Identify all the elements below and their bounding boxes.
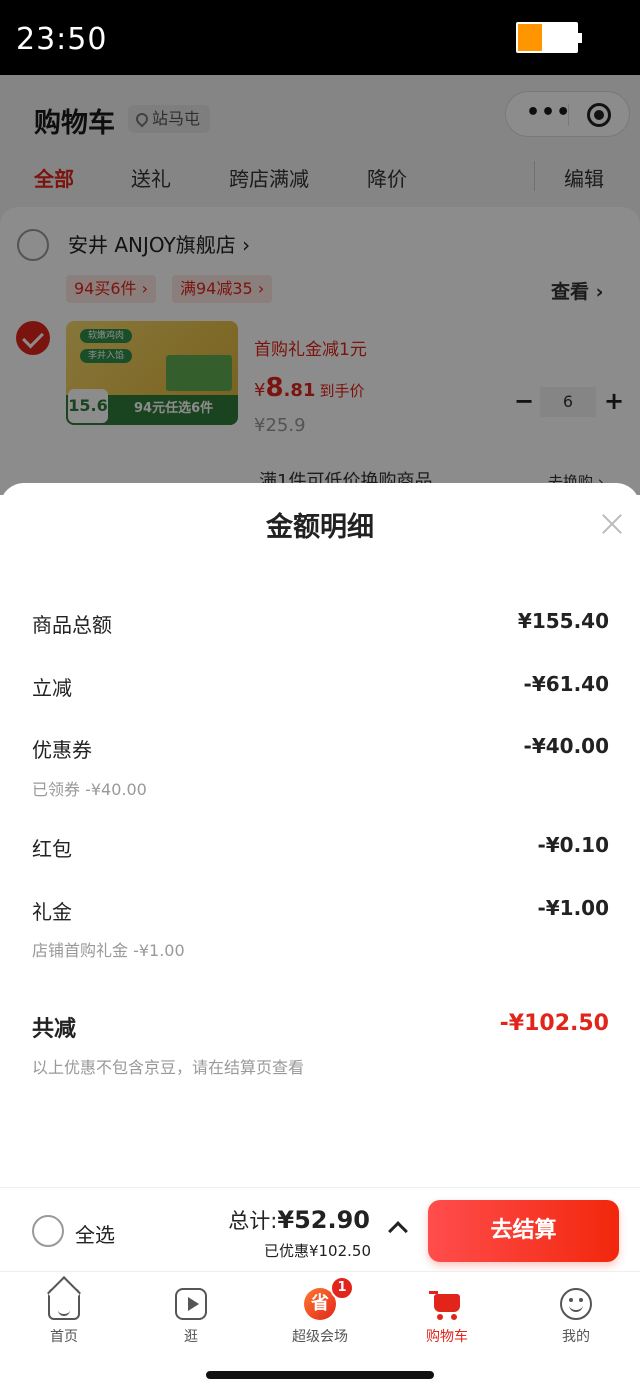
notification-badge: 1 (330, 1276, 354, 1300)
tabbar-label: 我的 (562, 1329, 590, 1345)
total-discount-label: 共减 (32, 1017, 77, 1042)
chevron-up-icon[interactable] (388, 1221, 408, 1241)
instant-discount-value: -¥61.40 (523, 672, 609, 696)
close-icon[interactable] (601, 513, 623, 535)
select-all-checkbox[interactable] (32, 1215, 64, 1247)
tabbar-label: 超级会场 (292, 1329, 348, 1345)
sheet-title: 金额明细 (266, 512, 374, 543)
tabbar-item-cart[interactable]: 购物车 (397, 1280, 497, 1345)
battery-icon (516, 22, 582, 53)
status-bar: 23:50 (0, 0, 640, 75)
cart-wheel (451, 1314, 457, 1320)
cart-icon (429, 1288, 463, 1320)
tabbar-label: 首页 (50, 1329, 78, 1345)
tabbar-item-home[interactable]: 首页 (14, 1280, 114, 1345)
gift-money-value: -¥1.00 (537, 896, 609, 920)
cart-basket (434, 1294, 460, 1312)
battery-nub (578, 33, 582, 43)
gift-money-label: 礼金 (32, 900, 72, 924)
instant-discount-label: 立减 (32, 676, 72, 700)
tabbar-item-browse[interactable]: 逛 (141, 1280, 241, 1345)
gift-money-detail: 店铺首购礼金 -¥1.00 (32, 941, 185, 960)
checkout-button[interactable]: 去结算 (428, 1200, 619, 1262)
total-discount-value: -¥102.50 (499, 1011, 609, 1036)
coupon-value: -¥40.00 (523, 734, 609, 758)
saved-amount: 已优惠¥102.50 (263, 1242, 371, 1260)
red-packet-value: -¥0.10 (537, 833, 609, 857)
battery-level (518, 24, 543, 51)
tabbar-item-super-venue[interactable]: 省 1 超级会场 (270, 1276, 370, 1345)
total-amount: ¥52.90 (277, 1206, 370, 1234)
total-price: 总计:¥52.90 (228, 1205, 370, 1235)
tabbar-item-profile[interactable]: 我的 (526, 1280, 626, 1345)
cart-wheel (437, 1314, 443, 1320)
home-indicator (206, 1371, 434, 1379)
profile-icon (560, 1288, 592, 1320)
discount-note: 以上优惠不包含京豆，请在结算页查看 (32, 1058, 305, 1077)
select-all-label[interactable]: 全选 (75, 1219, 115, 1248)
home-icon (48, 1288, 80, 1320)
coupon-label: 优惠券 (32, 738, 92, 762)
subtotal-label: 商品总额 (32, 613, 112, 637)
tabbar-label: 购物车 (426, 1329, 468, 1345)
total-prefix: 总计: (228, 1209, 278, 1233)
video-icon (175, 1288, 207, 1320)
tabbar-label: 逛 (184, 1329, 198, 1345)
status-time: 23:50 (16, 22, 108, 57)
checkout-bar: 全选 总计:¥52.90 已优惠¥102.50 去结算 (0, 1187, 640, 1271)
subtotal-value: ¥155.40 (517, 609, 609, 633)
modal-overlay[interactable] (0, 75, 640, 495)
coupon-detail: 已领券 -¥40.00 (32, 780, 147, 799)
red-packet-label: 红包 (32, 837, 72, 861)
